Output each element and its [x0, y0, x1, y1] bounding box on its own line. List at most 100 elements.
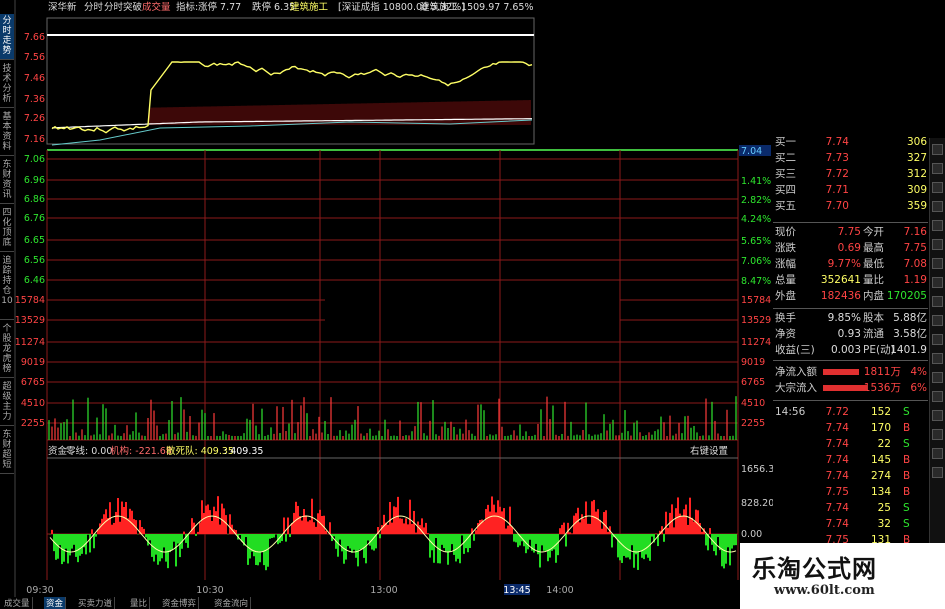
toolbar-icon[interactable] — [932, 410, 943, 421]
tick-volume: 274 — [870, 470, 891, 482]
price-tick-right: 2.82% — [741, 195, 771, 206]
tick-direction: S — [903, 518, 910, 530]
indicator-name[interactable]: 成交量 — [142, 2, 171, 14]
quote-value: 170205 — [886, 290, 927, 302]
quote-panel: 买一 7.74 306 买二 7.73 327 买三 7.72 312 买四 7.71 309 买五 7.… — [773, 136, 928, 583]
toolbar-icon[interactable] — [932, 372, 943, 383]
bottom-tab-0[interactable]: 成交量 — [2, 597, 33, 609]
left-tab-7[interactable]: 超级主力 — [0, 380, 14, 426]
limit-up: 涨停 7.77 — [198, 2, 242, 13]
bottom-tab-1[interactable]: 资金 — [44, 597, 67, 609]
tick-row: 7.74 274 B — [773, 468, 928, 484]
order-price: 7.71 — [825, 184, 849, 196]
toolbar-icon[interactable] — [932, 467, 943, 478]
tick-row: 14:56 7.72 152 S — [773, 404, 928, 420]
quote-value: 9.77% — [827, 258, 861, 270]
stat-row: 净资 0.93 流通 3.58亿 — [773, 326, 928, 342]
toolbar-icon[interactable] — [932, 239, 943, 250]
separator — [773, 308, 928, 309]
stat-row: 收益(三) 0.003 PE(动) 1401.9 — [773, 342, 928, 358]
left-tab-4[interactable]: 四化顶底 — [0, 206, 14, 252]
tick-time: 14:56 — [775, 406, 806, 418]
volume-tick-right: 6765 — [741, 377, 765, 388]
tick-price: 7.72 — [825, 406, 849, 418]
quote-value: 7.08 — [903, 258, 927, 270]
flow-pct: 6% — [910, 382, 927, 394]
price-tick-left: 6.46 — [24, 275, 45, 286]
left-tab-1[interactable]: 技术分析 — [0, 62, 14, 108]
watermark: 乐淘公式网 www.60lt.com — [740, 543, 945, 609]
price-tick-left: 7.26 — [24, 113, 45, 124]
price-tick-left: 7.06 — [24, 154, 45, 165]
quote-value: 352641 — [820, 274, 861, 286]
volume-tick-left: 6765 — [21, 377, 45, 388]
quote-label: 最高 — [863, 242, 884, 254]
toolbar-icon[interactable] — [932, 163, 943, 174]
quote-label: 涨跌 — [775, 242, 796, 254]
stock-name: 深华新 — [48, 2, 77, 13]
quote-row: 涨幅 9.77% 最低 7.08 — [773, 256, 928, 272]
quote-value: 0.69 — [837, 242, 861, 254]
price-tick-left: 6.76 — [24, 213, 45, 224]
left-tab-2[interactable]: 基本资料 — [0, 110, 14, 156]
volume-tick-right: 11274 — [741, 337, 771, 348]
toolbar-icon[interactable] — [932, 182, 943, 193]
toolbar-icon[interactable] — [932, 201, 943, 212]
time-tick: 10:30 — [196, 585, 223, 596]
bottom-tab-2[interactable]: 买卖力道 — [76, 597, 116, 609]
left-tab-6[interactable]: 个股龙虎榜 — [0, 322, 14, 378]
tick-row: 7.74 145 B — [773, 452, 928, 468]
toolbar-icon[interactable] — [932, 258, 943, 269]
tick-direction: B — [903, 422, 911, 434]
tab-breakout[interactable]: 分时突破 — [104, 2, 142, 14]
tick-price: 7.74 — [825, 470, 849, 482]
flow-pct: 4% — [910, 366, 927, 378]
order-label: 买五 — [775, 200, 796, 212]
order-volume: 306 — [906, 136, 927, 148]
tick-direction: B — [903, 454, 911, 466]
order-label: 买二 — [775, 152, 796, 164]
toolbar-icon[interactable] — [932, 315, 943, 326]
bottom-tab-5[interactable]: 资金流向 — [212, 597, 252, 609]
order-label: 买三 — [775, 168, 796, 180]
stat-value: 0.003 — [830, 344, 861, 356]
toolbar-icon[interactable] — [932, 277, 943, 288]
tick-price: 7.74 — [825, 438, 849, 450]
price-tick-left: 6.65 — [24, 235, 45, 246]
tick-row: 7.74 22 S — [773, 436, 928, 452]
left-tab-3[interactable]: 东财资讯 — [0, 158, 14, 204]
order-label: 买四 — [775, 184, 796, 196]
left-tab-0[interactable]: 分时走势 — [0, 14, 14, 60]
quote-value: 7.75 — [837, 226, 861, 238]
time-tick: 14:00 — [546, 585, 573, 596]
price-tick-left: 7.46 — [24, 73, 45, 84]
price-tick-left: 7.36 — [24, 94, 45, 105]
toolbar-icon[interactable] — [932, 334, 943, 345]
left-tab-8[interactable]: 东财超短 — [0, 428, 14, 474]
tick-price: 7.74 — [825, 454, 849, 466]
stat-value: 5.88亿 — [893, 312, 927, 324]
side-toolbar[interactable] — [929, 138, 945, 583]
price-tick-left: 6.56 — [24, 255, 45, 266]
flow-value: 1811万 — [863, 366, 901, 378]
toolbar-icon[interactable] — [932, 220, 943, 231]
toolbar-icon[interactable] — [932, 448, 943, 459]
time-tick: 13:00 — [370, 585, 397, 596]
tick-volume: 152 — [870, 406, 891, 418]
right-click-settings[interactable]: 右键设置 — [690, 446, 728, 458]
bottom-tab-3[interactable]: 量比 — [128, 597, 151, 609]
toolbar-icon[interactable] — [932, 391, 943, 402]
bottom-tab-4[interactable]: 资金博弈 — [160, 597, 200, 609]
toolbar-icon[interactable] — [932, 296, 943, 307]
left-tab-5[interactable]: 追踪持仓10 — [0, 254, 14, 320]
tick-row: 7.75 134 B — [773, 484, 928, 500]
flow-bar — [823, 385, 867, 391]
price-tick-right: 4.24% — [741, 214, 771, 225]
quote-label: 外盘 — [775, 290, 796, 302]
order-book-row: 买五 7.70 359 — [773, 198, 928, 214]
toolbar-icon[interactable] — [932, 353, 943, 364]
price-tick-left: 6.96 — [24, 175, 45, 186]
toolbar-icon[interactable] — [932, 429, 943, 440]
tab-timeshare[interactable]: 分时 — [84, 2, 103, 14]
toolbar-icon[interactable] — [932, 144, 943, 155]
